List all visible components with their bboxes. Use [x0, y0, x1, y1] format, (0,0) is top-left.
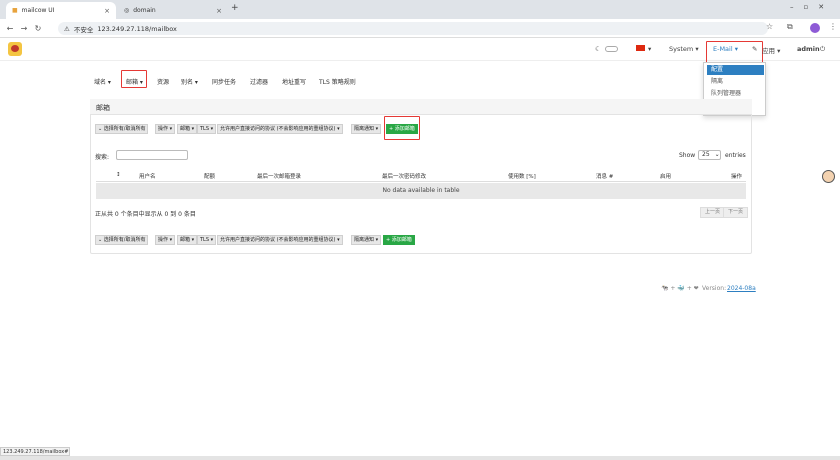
email-menu[interactable]: E-Mail ▾ — [713, 45, 738, 53]
panel-title: 邮箱 — [90, 99, 752, 115]
protocol-dropdown-bottom[interactable]: 允许用户直接访问的协议 (不会影响应用的重组协议) ▾ — [217, 235, 343, 245]
window-controls[interactable]: –▫✕ — [790, 3, 834, 11]
profile-avatar[interactable] — [810, 23, 820, 33]
col-last-login[interactable]: 最后一次邮箱登录 — [257, 172, 301, 180]
table-info: 正从共 0 个条目中显示从 0 到 0 条目 — [95, 211, 196, 218]
extensions-icon[interactable]: ⧉ — [787, 22, 793, 32]
mailcow-logo[interactable] — [8, 42, 22, 56]
actions-dropdown-bottom[interactable]: 操作 ▾ — [155, 235, 176, 245]
tab-filters[interactable]: 过滤器 — [250, 77, 268, 86]
globe-icon: ◎ — [124, 7, 130, 14]
browser-tab-domain[interactable]: ◎ domain × — [118, 2, 228, 19]
tab-sync-jobs[interactable]: 同步任务 — [212, 77, 236, 86]
star-icon[interactable]: ☆ — [766, 22, 773, 31]
apps-menu[interactable]: 应用 ▾ — [762, 45, 780, 55]
menu-icon[interactable]: ⋮ — [829, 22, 837, 31]
tls-dropdown[interactable]: TLS ▾ — [197, 124, 217, 134]
select-all-button[interactable]: ⌄ 选择所有/取消所有 — [95, 124, 149, 134]
col-quota[interactable]: 配额 — [204, 172, 215, 180]
protocol-dropdown[interactable]: 允许用户直接访问的协议 (不会影响应用的重组协议) ▾ — [217, 124, 343, 134]
tab-title: domain — [133, 7, 156, 14]
menu-item-config[interactable]: 配置 — [707, 65, 764, 75]
system-menu[interactable]: System ▾ — [669, 45, 699, 53]
omnibox[interactable]: ⚠ 不安全 123.249.27.118/mailbox — [58, 22, 768, 35]
header-divider — [96, 181, 746, 182]
tab-address-rewrite[interactable]: 地址重写 — [282, 77, 306, 86]
back-icon[interactable]: ← — [3, 24, 17, 33]
tab-resources[interactable]: 资源 — [157, 77, 169, 86]
entries-label: entries — [725, 152, 746, 159]
logout-icon[interactable]: ⏻ — [820, 45, 825, 54]
reload-icon[interactable]: ↻ — [31, 24, 45, 33]
tls-dropdown-bottom[interactable]: TLS ▾ — [197, 235, 217, 245]
quarantine-notify-dropdown-bottom[interactable]: 隔离通知 ▾ — [351, 235, 382, 245]
sort-icon: ↕ — [116, 172, 121, 178]
quarantine-notify-dropdown[interactable]: 隔离通知 ▾ — [351, 124, 382, 134]
pencil-icon: ✎ — [752, 45, 758, 53]
search-input[interactable] — [116, 150, 188, 160]
select-all-button-bottom[interactable]: ⌄ 选择所有/取消所有 — [95, 235, 149, 245]
forward-icon[interactable]: → — [17, 24, 31, 33]
col-usage[interactable]: 使用数 [%] — [508, 172, 536, 180]
china-flag-icon[interactable] — [636, 45, 645, 51]
browser-tab-mailcow[interactable]: ■ mailcow UI × — [6, 2, 116, 19]
warning-icon: ⚠ — [64, 24, 70, 33]
col-actions: 操作 — [731, 174, 743, 180]
mailbox-dropdown[interactable]: 邮箱 ▾ — [177, 124, 198, 134]
close-tab-icon[interactable]: × — [216, 7, 222, 15]
col-active[interactable]: 启用 — [660, 172, 671, 180]
next-page-button[interactable]: 下一页 — [723, 207, 749, 218]
mailcow-favicon-icon: ■ — [12, 7, 18, 14]
url-text[interactable]: 123.249.27.118/mailbox — [97, 25, 177, 33]
new-tab-button[interactable]: + — [231, 3, 239, 13]
user-label: admin — [797, 45, 820, 53]
mailbox-dropdown-bottom[interactable]: 邮箱 ▾ — [177, 235, 198, 245]
close-tab-icon[interactable]: × — [104, 7, 110, 15]
col-last-pw-change[interactable]: 最后一次密码修改 — [382, 172, 426, 180]
tab-tls-policy[interactable]: TLS 策略规则 — [319, 77, 356, 86]
address-bar-row: ← → ↻ ⚠ 不安全 123.249.27.118/mailbox ☆ ⧉ ⋮ — [0, 19, 840, 38]
tab-mailboxes[interactable]: 邮箱 ▾ — [126, 77, 143, 86]
no-data-row: No data available in table — [96, 183, 746, 199]
page-size-select[interactable]: 25 ⌄ — [698, 150, 721, 160]
assistant-avatar[interactable] — [822, 170, 835, 183]
search-label: 搜索: — [95, 154, 110, 161]
version-label: Version: — [702, 285, 727, 292]
footer-icons: 🐄 + 🐳 + ❤ — [661, 285, 699, 292]
menu-item-queue[interactable]: 队列管理器 — [707, 89, 764, 99]
dark-mode-toggle[interactable] — [605, 46, 618, 52]
show-label: Show — [679, 152, 696, 159]
taskbar — [0, 456, 840, 460]
tab-title: mailcow UI — [21, 7, 55, 14]
prev-page-button[interactable]: 上一页 — [700, 207, 726, 218]
menu-item-quarantine[interactable]: 隔离 — [707, 77, 764, 87]
chevron-down-icon: ▾ — [648, 45, 652, 53]
tab-domains[interactable]: 域名 ▾ — [94, 77, 111, 86]
status-url: 123.249.27.118/mailbox# — [0, 447, 70, 456]
add-mailbox-button-bottom[interactable]: + 添加邮箱 — [383, 235, 415, 245]
version-link[interactable]: 2024-08a — [727, 285, 756, 292]
moon-icon: ☾ — [595, 45, 602, 53]
actions-dropdown[interactable]: 操作 ▾ — [155, 124, 176, 134]
add-mailbox-button[interactable]: + 添加邮箱 — [386, 124, 418, 134]
insecure-label: 不安全 — [73, 25, 94, 34]
col-username[interactable]: 用户名 — [139, 172, 156, 180]
col-messages[interactable]: 消息 # — [596, 172, 613, 180]
tab-aliases[interactable]: 别名 ▾ — [181, 77, 198, 86]
